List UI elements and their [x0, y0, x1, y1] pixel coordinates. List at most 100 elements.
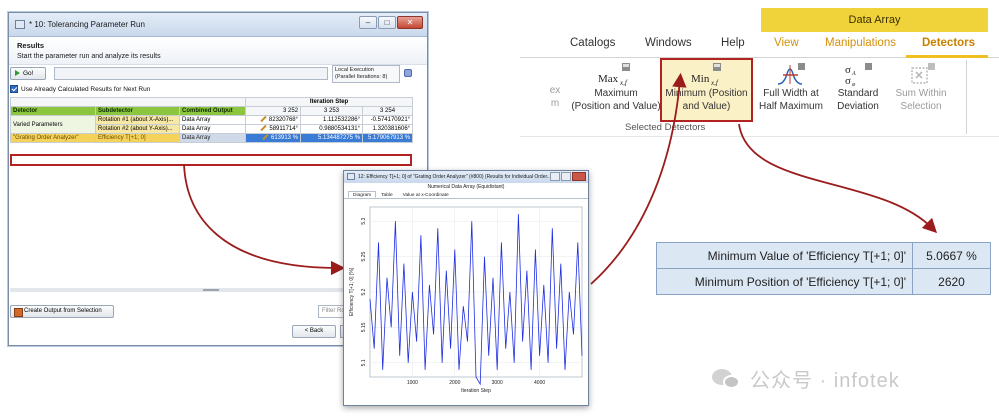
x-tick-label: 4000	[534, 380, 545, 386]
value-cell: 1.112532286°	[300, 115, 364, 125]
detector-cell: "Grating Order Analyzer"	[10, 133, 96, 143]
screenshot-root: * 10: Tolerancing Parameter Run – □ ✕ Re…	[0, 0, 999, 419]
value-cell: -0.574170921°	[362, 115, 414, 125]
result-label: Minimum Value of 'Efficiency T[+1; 0]'	[656, 242, 913, 269]
x-tick-label: 2000	[449, 380, 460, 386]
plot-window-icon	[347, 173, 355, 180]
window-controls: – □ ✕	[359, 16, 423, 29]
selected-row-highlight	[10, 154, 412, 166]
tab-manipulations[interactable]: Manipulations	[825, 37, 896, 49]
standard-deviation-command[interactable]: σ A σ φ Standard Deviation	[829, 62, 887, 113]
sum-within-selection-command[interactable]: Sum Within Selection	[888, 62, 954, 113]
pencil-icon[interactable]	[260, 125, 268, 132]
plot-maximize-button[interactable]	[561, 172, 571, 181]
pencil-icon[interactable]	[260, 116, 267, 123]
minimize-button[interactable]: –	[359, 16, 377, 29]
table-row: Minimum Position of 'Efficiency T[+1; 0]…	[656, 268, 991, 295]
pencil-icon[interactable]	[262, 134, 269, 141]
subdetector-cell: Efficiency T[+1; 0]	[95, 133, 180, 143]
minimum-command[interactable]: Min x,f Minimum (Position and Value)	[660, 62, 753, 113]
x-axis-label: Iteration Step	[461, 388, 491, 394]
column-header-step[interactable]: 3 254	[362, 106, 414, 116]
plot-titlebar: 12: Efficiency T[+1; 0] of "Grating Orde…	[344, 171, 588, 183]
output-cell: Data Array	[178, 133, 247, 143]
minimum-icon: Min x,f	[691, 63, 721, 86]
result-value: 5.0667 %	[912, 242, 991, 269]
column-header-step[interactable]: 3 253	[300, 106, 364, 116]
arrow-to-result	[738, 123, 938, 234]
table-row[interactable]: Varied Parameters Rotation #1 (about X-A…	[10, 115, 414, 134]
app-window-icon	[15, 20, 25, 29]
run-controls: Go! Local Execution (Parallel Iterations…	[10, 65, 412, 83]
svg-text:A: A	[851, 71, 856, 77]
selected-detectors-group-label: Selected Detectors	[625, 122, 706, 133]
window-titlebar: * 10: Tolerancing Parameter Run – □ ✕	[9, 13, 427, 37]
ribbon-commands: ex m Max x,f Maximum (Position and Value) …	[520, 58, 999, 136]
tab-value-at-x[interactable]: Value at x-Coordinate	[398, 191, 454, 198]
ribbon-tabs: Catalogs Windows Help View Manipulations…	[520, 32, 999, 58]
tab-catalogs[interactable]: Catalogs	[570, 37, 615, 49]
back-button[interactable]: < Back	[292, 325, 336, 338]
wechat-icon	[712, 367, 742, 391]
tab-diagram[interactable]: Diagram	[348, 191, 377, 198]
column-header-subdetector[interactable]: Subdetector	[95, 106, 180, 116]
result-value: 2620	[912, 268, 991, 295]
y-tick-label: 5.25	[361, 251, 367, 261]
progress-bar	[54, 67, 328, 80]
y-axis-label: Efficiency T[+1; 0] [%]	[349, 267, 355, 316]
go-button[interactable]: Go!	[10, 67, 46, 80]
table-row: Minimum Value of 'Efficiency T[+1; 0]' 5…	[656, 242, 991, 269]
value-cell: 5.179067913 %	[362, 133, 414, 143]
results-header: Results Start the parameter run and anal…	[9, 37, 427, 65]
column-header-step[interactable]: 3 252	[245, 106, 302, 116]
close-button[interactable]: ✕	[397, 16, 423, 29]
subdetector-cell: Rotation #2 (about Y-Axis)...	[95, 124, 180, 134]
column-header-combined-output[interactable]: Combined Output	[178, 106, 247, 116]
detector-cell: Varied Parameters	[10, 115, 96, 134]
column-header-detector[interactable]: Detector	[10, 106, 96, 116]
create-output-button[interactable]: Create Output from Selection	[10, 305, 114, 318]
results-instruction: Start the parameter run and analyze its …	[17, 53, 161, 60]
plot-window: 12: Efficiency T[+1; 0] of "Grating Orde…	[343, 170, 589, 406]
plot-window-controls	[550, 172, 586, 181]
value-cell: 58911714°	[245, 124, 302, 134]
sum-selection-icon	[911, 63, 935, 84]
value-cell: 0.9880534131°	[300, 124, 364, 134]
svg-text:Min: Min	[691, 73, 710, 85]
results-grid: Iteration Step Detector Subdetector Comb…	[9, 97, 414, 143]
plot-tabs: Diagram Table Value at x-Coordinate	[344, 191, 588, 199]
tab-view[interactable]: View	[774, 37, 799, 49]
minimum-result-table: Minimum Value of 'Efficiency T[+1; 0]' 5…	[656, 242, 991, 295]
output-cell: Data Array	[178, 124, 247, 134]
efficiency-line-chart[interactable]: 1000 2000 3000 4000 5.1 5.15 5.2 5.25 5.3 Iterati…	[344, 201, 588, 405]
tab-table[interactable]: Table	[376, 191, 397, 198]
plot-minimize-button[interactable]	[550, 172, 560, 181]
value-cell: 613913 %	[245, 133, 302, 143]
execution-mode[interactable]: Local Execution (Parallel Iterations: 8)	[332, 65, 400, 83]
tab-detectors[interactable]: Detectors	[922, 37, 975, 49]
ribbon-separator	[966, 60, 967, 134]
value-cell: 1.320381606°	[362, 124, 414, 134]
fwhm-command[interactable]: Full Width at Half Maximum	[756, 62, 826, 113]
grid-header-blank	[9, 97, 247, 107]
y-tick-label: 5.1	[361, 359, 367, 366]
maximize-button[interactable]: □	[378, 16, 396, 29]
tab-help[interactable]: Help	[721, 37, 745, 49]
x-tick-label: 3000	[492, 380, 503, 386]
table-row-selected[interactable]: "Grating Order Analyzer" Efficiency T[+1…	[10, 133, 414, 143]
ribbon-bottom-border	[520, 136, 999, 137]
result-label: Minimum Position of 'Efficiency T[+1; 0]…	[656, 268, 913, 295]
maximum-command[interactable]: Max x,f Maximum (Position and Value)	[566, 62, 666, 113]
tab-windows[interactable]: Windows	[645, 37, 692, 49]
plot-close-button[interactable]	[572, 172, 586, 181]
window-title: * 10: Tolerancing Parameter Run	[29, 20, 145, 29]
use-cached-results-option[interactable]: Use Already Calculated Results for Next …	[10, 85, 150, 93]
maximum-icon: Max x,f	[598, 63, 630, 86]
execution-settings-icon[interactable]	[404, 69, 412, 77]
fwhm-icon	[777, 63, 805, 85]
sigma-icon: σ A σ φ	[845, 63, 872, 86]
value-cell: 82320768°	[245, 115, 302, 125]
checkbox-checked-icon[interactable]	[10, 85, 18, 93]
svg-text:σ: σ	[845, 75, 851, 86]
svg-text:φ: φ	[852, 82, 856, 86]
